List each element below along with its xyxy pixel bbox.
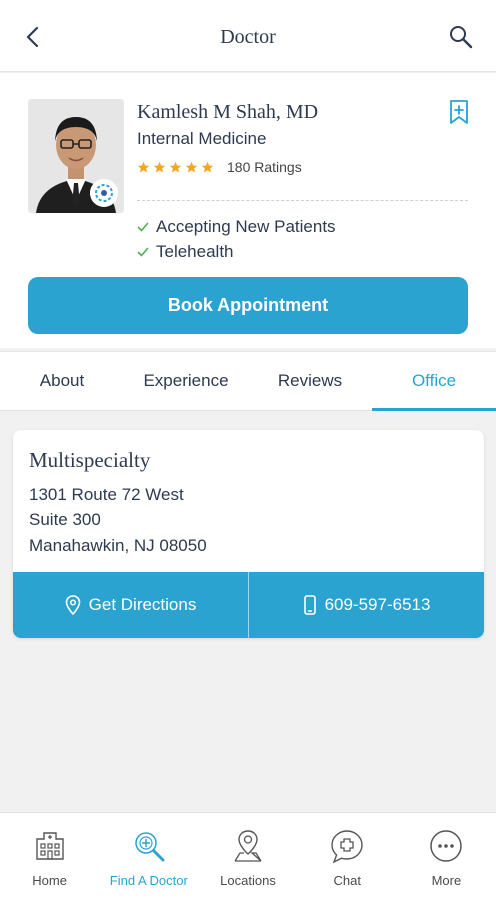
nav-label: Find A Doctor bbox=[109, 873, 188, 888]
star-icon bbox=[137, 161, 150, 172]
profile-tabs: About Experience Reviews Office bbox=[0, 351, 496, 411]
nav-label: Locations bbox=[220, 873, 276, 888]
feature-label: Telehealth bbox=[156, 242, 234, 261]
divider bbox=[137, 200, 468, 201]
star-rating bbox=[137, 161, 214, 174]
health-network-badge-icon bbox=[90, 179, 118, 207]
more-icon bbox=[430, 830, 463, 862]
get-directions-button[interactable]: Get Directions bbox=[13, 572, 248, 638]
phone-number: 609-597-6513 bbox=[324, 595, 431, 614]
bottom-navigation: Home Find A Doctor Locations Chat More bbox=[0, 812, 496, 900]
doctor-photo bbox=[28, 99, 124, 213]
doctor-name: Kamlesh M Shah, MD bbox=[137, 101, 319, 123]
chat-icon bbox=[331, 830, 363, 864]
nav-locations[interactable]: Locations bbox=[198, 813, 297, 900]
nav-label: More bbox=[431, 873, 462, 888]
rating-row: 180 Ratings bbox=[137, 157, 302, 177]
page-title: Doctor bbox=[220, 26, 276, 48]
top-bar: Doctor bbox=[0, 0, 496, 72]
tab-office[interactable]: Office bbox=[372, 352, 496, 411]
address-line: Manahawkin, NJ 08050 bbox=[29, 536, 207, 555]
nav-label: Chat bbox=[333, 873, 361, 888]
star-icon bbox=[201, 161, 214, 172]
star-icon bbox=[153, 161, 166, 172]
find-doctor-icon bbox=[135, 832, 165, 862]
feature-label: Accepting New Patients bbox=[156, 217, 336, 236]
tab-about[interactable]: About bbox=[0, 352, 124, 410]
phone-icon bbox=[303, 595, 316, 615]
search-icon[interactable] bbox=[446, 22, 476, 52]
office-card: Multispecialty 1301 Route 72 West Suite … bbox=[13, 430, 484, 638]
nav-label: Home bbox=[32, 873, 67, 888]
nav-find-a-doctor[interactable]: Find A Doctor bbox=[99, 813, 198, 900]
call-office-button[interactable]: 609-597-6513 bbox=[248, 572, 484, 638]
nav-home[interactable]: Home bbox=[0, 813, 99, 900]
doctor-profile-card: Kamlesh M Shah, MD Internal Medicine 180… bbox=[0, 73, 496, 348]
check-icon bbox=[137, 247, 149, 257]
feature-telehealth: Telehealth bbox=[137, 241, 234, 263]
feature-accepting-patients: Accepting New Patients bbox=[137, 216, 336, 238]
office-actions: Get Directions 609-597-6513 bbox=[13, 572, 484, 638]
get-directions-label: Get Directions bbox=[88, 595, 197, 614]
tab-reviews[interactable]: Reviews bbox=[248, 352, 372, 410]
address-line: Suite 300 bbox=[29, 510, 101, 529]
nav-chat[interactable]: Chat bbox=[298, 813, 397, 900]
book-appointment-button[interactable]: Book Appointment bbox=[28, 277, 468, 334]
doctor-specialty: Internal Medicine bbox=[137, 129, 267, 148]
nav-more[interactable]: More bbox=[397, 813, 496, 900]
location-pin-icon bbox=[234, 830, 262, 862]
address-line: 1301 Route 72 West bbox=[29, 485, 184, 504]
star-icon bbox=[169, 161, 182, 172]
check-icon bbox=[137, 222, 149, 232]
location-pin-icon bbox=[65, 595, 80, 615]
bookmark-plus-icon[interactable] bbox=[448, 99, 470, 125]
office-name: Multispecialty bbox=[29, 448, 151, 472]
tab-experience[interactable]: Experience bbox=[124, 352, 248, 410]
hospital-icon bbox=[35, 832, 64, 860]
ratings-count: 180 Ratings bbox=[227, 159, 302, 175]
star-icon bbox=[185, 161, 198, 172]
